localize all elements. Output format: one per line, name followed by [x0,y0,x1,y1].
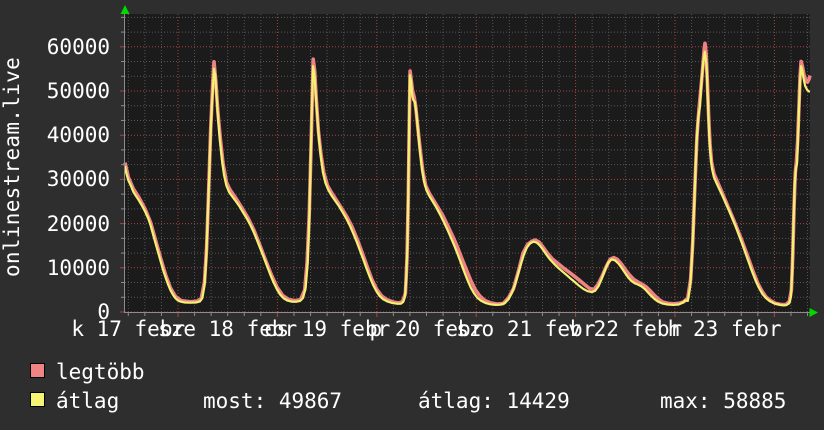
stat-atlag: átlag: 14429 [418,389,570,413]
y-axis-label: 50000 [46,79,110,103]
x-axis-label: v 22 febr [568,317,683,341]
y-axis-label: 20000 [46,211,110,236]
x-axis-arrow-icon [809,308,818,317]
y-axis-label: 60000 [46,34,110,59]
y-axis-label: 10000 [46,255,110,280]
stat-max: max: 58885 [660,389,787,413]
legend-swatch-atlag [30,392,45,407]
y-axis-label: 30000 [46,167,110,192]
legend-label-legtobb: legtöbb [56,360,145,384]
legend-swatch-legtobb [30,363,45,378]
y-axis-arrow-icon [120,5,130,14]
y-axis-label: 40000 [46,123,110,148]
rrdtool-graph: onlinestream.live 0 10000 20000 30000 40000 5… [0,0,824,430]
legend-label-atlag: átlag [56,389,120,413]
stat-most: most: 49867 [203,389,343,413]
x-axis-label: h 23 febr [667,317,782,341]
